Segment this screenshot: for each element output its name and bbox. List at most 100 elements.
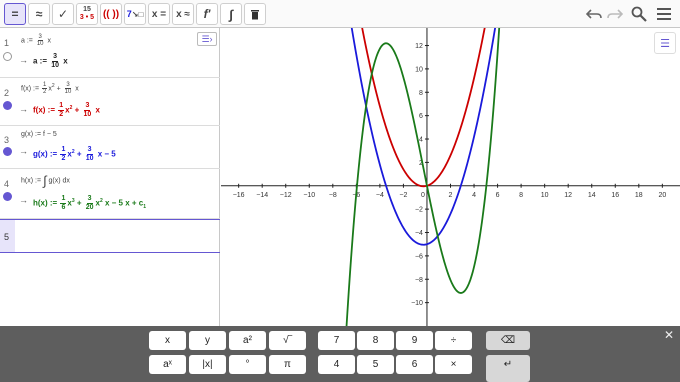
x-tick-label: 6 <box>496 192 500 199</box>
key-sqrt[interactable]: √‾ <box>269 331 306 350</box>
backspace-key[interactable]: ⌫ <box>486 331 530 350</box>
solve-button[interactable]: x = <box>148 3 170 25</box>
output-arrow-icon: → <box>19 146 28 156</box>
row-output: a := 3 10 x <box>33 53 68 69</box>
graph-canvas[interactable]: −16 −14 −12 −10 −8 −6 −4 −2 0 2 4 6 8 10 12 14 16 18 20 12 1… <box>221 28 680 326</box>
approx-button[interactable]: ≈ <box>28 3 50 25</box>
output-arrow-icon: → <box>19 55 28 65</box>
x-tick-label: 16 <box>611 192 619 199</box>
row-number: 3 <box>4 135 10 145</box>
key-power[interactable]: aˣ <box>149 355 186 374</box>
x-tick-label: 12 <box>564 192 572 199</box>
output-arrow-icon: → <box>19 104 28 114</box>
key-4[interactable]: 4 <box>318 355 355 374</box>
undo-icon[interactable] <box>584 4 604 24</box>
key-9[interactable]: 9 <box>396 331 433 350</box>
nsolve-button[interactable]: x ≈ <box>172 3 194 25</box>
menu-icon[interactable] <box>654 4 674 24</box>
search-icon[interactable] <box>629 4 649 24</box>
check-button[interactable]: ✓ <box>52 3 74 25</box>
f-curve <box>361 28 486 188</box>
x-tick-label: 10 <box>541 192 549 199</box>
redo-icon[interactable] <box>605 4 625 24</box>
visibility-toggle[interactable] <box>3 192 12 201</box>
algebra-view: ☰› 1 a := 3 10 x → a := 3 10 x 2 f(x) := 1… <box>0 28 220 326</box>
key-multiply[interactable]: × <box>435 355 472 374</box>
key-abs[interactable]: |x| <box>189 355 226 374</box>
factor-button[interactable]: 15 3 • 5 <box>76 3 98 25</box>
x-tick-label: 20 <box>658 192 666 199</box>
row-input[interactable]: f(x) := 1 2 x2 + 3 10 x <box>21 82 79 95</box>
key-5[interactable]: 5 <box>357 355 394 374</box>
x-tick-label: −10 <box>303 192 315 199</box>
row-number: 5 <box>4 232 10 242</box>
key-divide[interactable]: ÷ <box>435 331 472 350</box>
row-output: h(x) := 1 6 x3 + 3 20 x2 x − 5 x + c1 <box>33 195 147 211</box>
key-7[interactable]: 7 <box>318 331 355 350</box>
x-tick-label: 18 <box>635 192 643 199</box>
x-tick-label: −4 <box>376 192 384 199</box>
y-tick-label: −4 <box>415 230 423 237</box>
y-tick-label: −8 <box>415 277 423 284</box>
key-x[interactable]: x <box>149 331 186 350</box>
style-bar-icon: ☰ <box>660 37 670 50</box>
algebra-row-4[interactable]: 4 h(x) := ∫ g(x) dx → h(x) := 1 6 x3 + 3 20… <box>0 169 220 219</box>
x-tick-label: 2 <box>449 192 453 199</box>
x-tick-label: −8 <box>329 192 337 199</box>
exact-button[interactable]: = <box>4 3 26 25</box>
row-input[interactable]: g(x) := f − 5 <box>21 131 57 138</box>
backspace-icon: ⌫ <box>500 335 516 346</box>
algebra-row-3[interactable]: 3 g(x) := f − 5 → g(x) := 1 2 x2 + 3 10 x −… <box>0 126 220 169</box>
enter-key[interactable]: ↵ <box>486 355 530 382</box>
integral-button[interactable]: ∫ <box>220 3 242 25</box>
row-number: 4 <box>4 179 10 189</box>
close-icon[interactable]: ✕ <box>664 328 674 342</box>
enter-icon: ↵ <box>503 359 513 370</box>
y-tick-label: 6 <box>419 113 423 120</box>
key-degree[interactable]: ° <box>229 355 266 374</box>
x-tick-label: 0 <box>421 192 425 199</box>
g-curve <box>350 28 497 246</box>
virtual-keyboard: ✕ x y a² √‾ 7 8 9 ÷ ⌫ aˣ |x| ° π 4 5 6 ×… <box>0 326 680 382</box>
equals-label: = <box>11 7 19 21</box>
algebra-row-2[interactable]: 2 f(x) := 1 2 x2 + 3 10 x → f(x) := 1 2 x2 + … <box>0 78 220 126</box>
delete-button[interactable] <box>244 3 266 25</box>
key-pi[interactable]: π <box>269 355 306 374</box>
y-tick-label: 10 <box>415 66 423 73</box>
graphics-view[interactable]: −16 −14 −12 −10 −8 −6 −4 −2 0 2 4 6 8 10 12 14 16 18 20 12 1… <box>221 28 680 326</box>
row-input[interactable]: h(x) := ∫ g(x) dx <box>21 173 70 188</box>
x-tick-label: −16 <box>233 192 245 199</box>
y-tick-label: 4 <box>419 137 423 144</box>
x-tick-label: −12 <box>280 192 292 199</box>
algebra-input-row[interactable]: 5 <box>0 219 220 253</box>
y-tick-label: 8 <box>419 90 423 97</box>
key-6[interactable]: 6 <box>396 355 433 374</box>
trash-icon <box>251 9 259 19</box>
x-tick-label: 8 <box>519 192 523 199</box>
visibility-toggle[interactable] <box>3 147 12 156</box>
key-square[interactable]: a² <box>229 331 266 350</box>
algebra-row-1[interactable]: 1 a := 3 10 x → a := 3 10 x <box>0 28 220 78</box>
substitute-button[interactable]: 7 ↘□ <box>124 3 146 25</box>
x-tick-label: −2 <box>399 192 407 199</box>
y-tick-label: 12 <box>415 43 423 50</box>
row-number: 2 <box>4 88 10 98</box>
y-tick-label: −6 <box>415 253 423 260</box>
output-arrow-icon: → <box>19 195 28 205</box>
row-output: g(x) := 1 2 x2 + 3 10 x − 5 <box>33 146 116 162</box>
y-tick-label: −10 <box>411 300 423 307</box>
row-number: 1 <box>4 38 10 48</box>
expand-button[interactable]: (( )) <box>100 3 122 25</box>
key-8[interactable]: 8 <box>357 331 394 350</box>
key-y[interactable]: y <box>189 331 226 350</box>
derivative-button[interactable]: f' <box>196 3 218 25</box>
visibility-toggle[interactable] <box>3 101 12 110</box>
graphics-style-button[interactable]: ☰ <box>654 32 676 54</box>
visibility-toggle[interactable] <box>3 52 12 61</box>
row-input[interactable]: a := 3 10 x <box>21 34 51 47</box>
substitute-icon: ↘□ <box>131 9 144 19</box>
x-tick-label: 4 <box>472 192 476 199</box>
y-tick-label: −2 <box>415 207 423 214</box>
x-tick-label: 14 <box>588 192 596 199</box>
x-tick-label: −14 <box>256 192 268 199</box>
